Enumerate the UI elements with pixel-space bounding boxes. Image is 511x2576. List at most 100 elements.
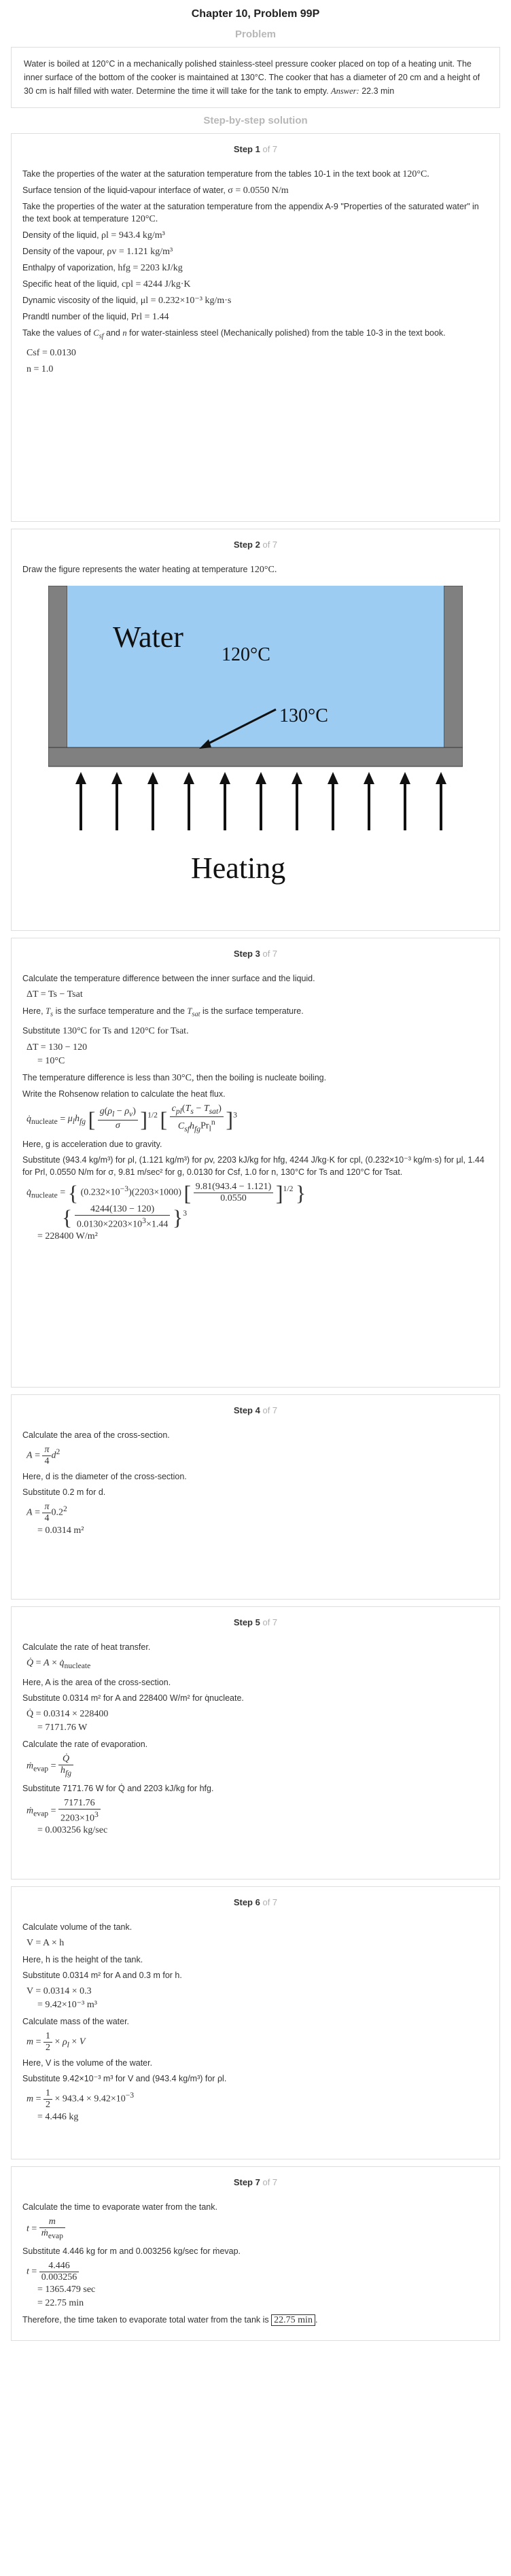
step1-line: Dynamic viscosity of the liquid, μl = 0.… (22, 294, 489, 307)
heating-label: Heating (191, 851, 285, 885)
rohsenow-equation: q̇nucleate = μlhfg [ g(ρl − ρv) σ ]1/2 [ … (27, 1103, 237, 1133)
area-result: = 0.0314 m² (37, 1525, 84, 1536)
step1-line: Take the properties of the water at the … (22, 200, 489, 226)
problem-label: Problem (234, 29, 276, 40)
text: Take the properties of the water at the … (22, 202, 479, 224)
text: then the boiling is nucleate boiling. (196, 1072, 327, 1082)
step-label: Step 2 (233, 540, 260, 550)
water-temp-label: 120°C (222, 644, 270, 665)
step1-line: Prandtl number of the liquid, Prl = 1.44 (22, 311, 489, 323)
text: Surface tension of the liquid-vapour int… (22, 186, 226, 195)
math: ρl = 943.4 kg/m³ (101, 230, 165, 241)
math: σ = 0.0550 N/m (228, 186, 289, 196)
step-5-title: Step 5 of 7 (22, 1617, 489, 1629)
step-count: of 7 (262, 1405, 278, 1415)
step-6-card: Step 6 of 7 Calculate volume of the tank… (11, 1886, 500, 2159)
evap-formula: ṁevap = Q̇ hfg (27, 1754, 489, 1779)
step-label: Step 7 (233, 2177, 260, 2187)
step5-line: Substitute 7171.76 W for Q̇ and 2203 kJ/… (22, 1783, 214, 1793)
step1-line: Surface tension of the liquid-vapour int… (22, 184, 489, 197)
step3-line: Here, Ts is the surface temperature and … (22, 1006, 304, 1019)
step-1-title: Step 1 of 7 (22, 143, 489, 156)
step7-line: Calculate the time to evaporate water fr… (22, 2202, 217, 2212)
text: Therefore, the time taken to evaporate t… (22, 2314, 269, 2325)
rohsenow-substituted: q̇nucleate = { (0.232×10−3)(2203×1000) [… (27, 1182, 489, 1244)
text: Density of the vapour, (22, 247, 105, 256)
step-2-card: Step 2 of 7 Draw the figure represents t… (11, 529, 500, 931)
step4-line: Calculate the area of the cross-section. (22, 1430, 170, 1440)
math: 120°C for Tsat. (130, 1025, 189, 1036)
eq-line: V = 0.0314 × 0.3 (27, 1986, 92, 1996)
heat-rate-formula: Q̇ = A × q̇nucleate (27, 1658, 91, 1670)
solution-page: Chapter 10, Problem 99P Problem Water is… (11, 0, 500, 2341)
eq-line: = 9.42×10⁻³ m³ (37, 2000, 97, 2010)
mass-substituted: m = 12 × 943.4 × 9.42×10−3 = 4.446 kg (27, 2088, 489, 2124)
step6-line: Here, V is the volume of the water. (22, 2058, 153, 2068)
text: is the surface temperature. (202, 1006, 304, 1016)
math: μl = 0.232×10⁻³ kg/m·s (140, 296, 232, 306)
problem-text: Water is boiled at 120°C in a mechanical… (24, 59, 480, 96)
step3-line: Write the Rohsenow relation to calculate… (22, 1089, 226, 1099)
time-formula: t = m ṁevap (27, 2217, 489, 2242)
step-label: Step 6 (233, 1897, 260, 1907)
text: Draw the figure represents the water hea… (22, 565, 248, 574)
step-count: of 7 (262, 1617, 278, 1627)
step1-line: Take the values of Csf and n for water-s… (22, 328, 446, 340)
math: 120°C. (402, 169, 429, 179)
step-5-card: Step 5 of 7 Calculate the rate of heat t… (11, 1606, 500, 1880)
volume-substituted: V = 0.0314 × 0.3 = 9.42×10⁻³ m³ (27, 1985, 489, 2012)
text: Prandtl number of the liquid, (22, 312, 129, 321)
problem-statement: Water is boiled at 120°C in a mechanical… (11, 47, 500, 108)
step-7-title: Step 7 of 7 (22, 2176, 489, 2189)
text: Enthalpy of vaporization, (22, 263, 116, 272)
eq-line: = 10°C (37, 1055, 65, 1066)
n-value: n = 1.0 (27, 364, 54, 374)
text: Here, (22, 1006, 43, 1016)
answer-label: Answer: (331, 86, 359, 96)
heat-flux-result: = 228400 W/m² (37, 1231, 98, 1242)
step4-line: Here, d is the diameter of the cross-sec… (22, 1472, 187, 1481)
step4-line: Substitute 0.2 m for d. (22, 1487, 106, 1497)
step6-line: Calculate mass of the water. (22, 2017, 130, 2026)
step-7-card: Step 7 of 7 Calculate the time to evapor… (11, 2166, 500, 2341)
eq-line: = 1365.479 sec (37, 2284, 96, 2295)
step-count: of 7 (262, 1897, 278, 1907)
text: and (113, 1025, 128, 1036)
step6-line: Calculate volume of the tank. (22, 1922, 133, 1932)
math: cpl = 4244 J/kg·K (121, 279, 191, 289)
eq-delta-t: ΔT = Ts − Tsat (27, 989, 83, 1000)
text: Take the values of (22, 328, 91, 338)
step1-line: Density of the vapour, ρv = 1.121 kg/m³ (22, 245, 489, 258)
step-label: Step 1 (233, 144, 260, 154)
pressure-cooker-diagram: Water 120°C 130°C Heating (48, 586, 463, 885)
step-4-title: Step 4 of 7 (22, 1405, 489, 1417)
step-count: of 7 (262, 2177, 278, 2187)
step-4-card: Step 4 of 7 Calculate the area of the cr… (11, 1394, 500, 1600)
eq-delta-t-sub: ΔT = 130 − 120 = 10°C (27, 1041, 489, 1068)
step1-line: Specific heat of the liquid, cpl = 4244 … (22, 278, 489, 291)
water-region (67, 586, 444, 747)
math: 30°C, (172, 1072, 194, 1083)
step3-substitution: Substitute (943.4 kg/m³) for ρl, (1.121 … (22, 1154, 484, 1177)
step-count: of 7 (262, 540, 278, 550)
step5-line: Substitute 0.0314 m² for A and 228400 W/… (22, 1693, 244, 1703)
step1-line: Enthalpy of vaporization, hfg = 2203 kJ/… (22, 262, 489, 275)
math: hfg = 2203 kJ/kg (118, 263, 183, 273)
text: Density of the liquid, (22, 230, 99, 240)
right-wall (443, 586, 463, 766)
step-label: Step 3 (233, 949, 260, 959)
text: Specific heat of the liquid, (22, 279, 120, 289)
step-1-card: Step 1 of 7 Take the properties of the w… (11, 133, 500, 522)
text: Dynamic viscosity of the liquid, (22, 296, 139, 305)
heat-rate-substituted: Q̇ = 0.0314 × 228400 = 7171.76 W (27, 1708, 489, 1735)
step-count: of 7 (262, 144, 278, 154)
step-label: Step 4 (233, 1405, 260, 1415)
eq-line: Q̇ = 0.0314 × 228400 (27, 1708, 109, 1719)
time-substituted: t = 4.446 0.003256 = 1365.479 sec = 22.75… (27, 2261, 489, 2310)
math: Prl = 1.44 (130, 312, 169, 322)
area-substituted: A = π 4 0.22 = 0.0314 m² (27, 1502, 489, 1538)
final-answer: Therefore, the time taken to evaporate t… (22, 2314, 318, 2326)
step5-line: Here, A is the area of the cross-section… (22, 1677, 171, 1687)
step3-line: Calculate the temperature difference bet… (22, 974, 315, 983)
eq-line: = 7171.76 W (37, 1722, 88, 1733)
